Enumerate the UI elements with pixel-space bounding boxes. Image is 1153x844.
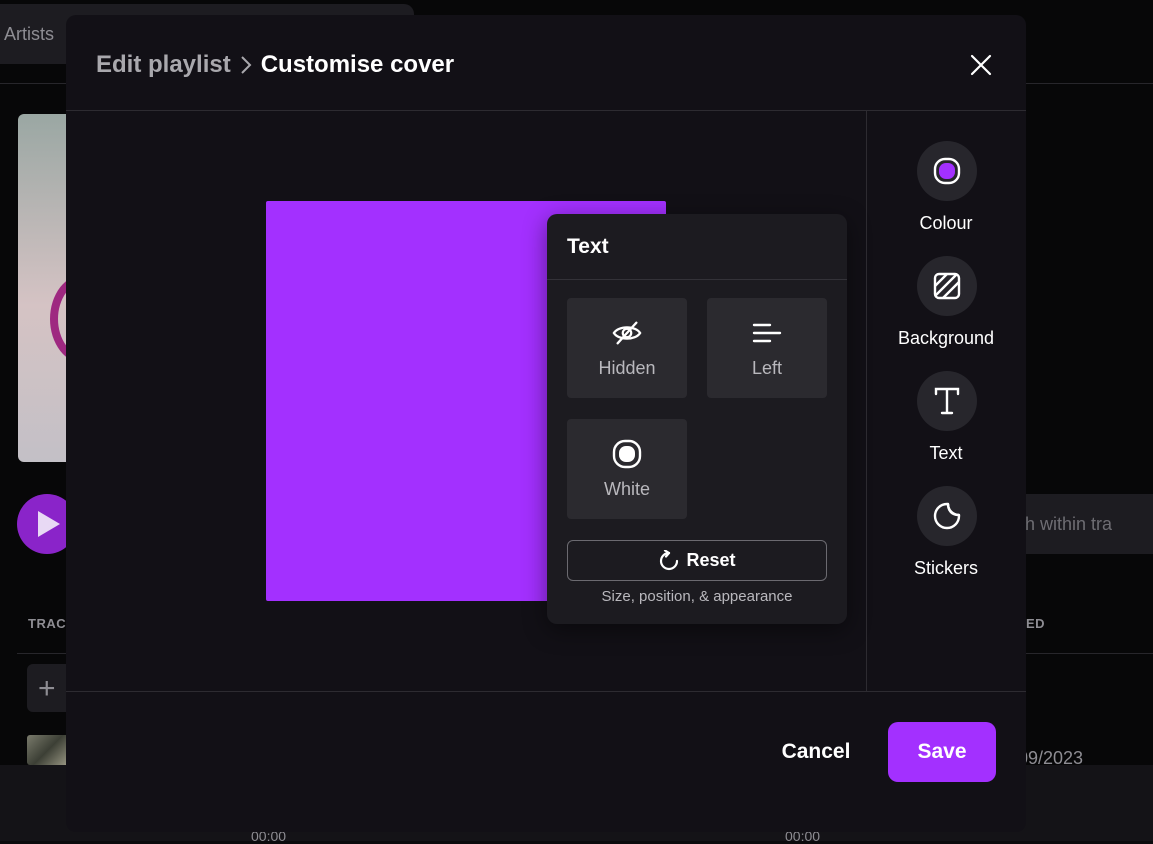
text-colour-white-option[interactable]: White [567,419,687,519]
page-title: Customise cover [261,51,454,79]
tool-label: Colour [866,213,1026,234]
option-label: Left [707,358,827,379]
background-track-thumbnail [27,735,69,765]
tool-label: Text [866,443,1026,464]
save-button[interactable]: Save [888,722,996,782]
play-icon [38,511,60,537]
text-visibility-hidden-option[interactable]: Hidden [567,298,687,398]
chevron-right-icon [239,55,253,75]
dialog-header: Edit playlist Customise cover [66,15,1026,111]
cancel-button[interactable]: Cancel [766,727,866,777]
breadcrumb: Edit playlist Customise cover [96,51,454,79]
reset-hint: Size, position, & appearance [547,588,847,605]
reset-button[interactable]: Reset [567,540,827,581]
text-options-panel: Text Hidden Left [547,214,847,624]
tool-text[interactable]: Text [866,371,1026,471]
close-button[interactable] [968,52,994,78]
text-icon [917,371,977,431]
white-circle-icon [612,439,642,469]
option-label: Hidden [567,358,687,379]
align-left-icon [752,318,782,348]
plus-icon: + [38,672,56,706]
reset-icon [658,550,680,572]
tool-background[interactable]: Background [866,256,1026,356]
panel-title: Text [567,235,609,259]
option-label: White [567,479,687,500]
colour-swatch-icon [917,141,977,201]
tool-label: Stickers [866,558,1026,579]
background-pattern-icon [917,256,977,316]
background-column-added: ED [1026,616,1045,631]
sticker-icon [917,486,977,546]
background-column-track: TRAC [28,616,66,631]
close-icon [968,52,994,78]
tool-stickers[interactable]: Stickers [866,486,1026,586]
background-tab-artists: Artists [4,24,54,45]
tool-colour[interactable]: Colour [866,141,1026,241]
text-alignment-left-option[interactable]: Left [707,298,827,398]
breadcrumb-edit-playlist[interactable]: Edit playlist [96,51,231,79]
eye-off-icon [612,318,642,348]
tool-label: Background [866,328,1026,349]
panel-divider [547,279,847,280]
dialog-body: Text Hidden Left [66,111,1026,692]
reset-label: Reset [686,550,735,571]
customise-cover-dialog: Edit playlist Customise cover Text [66,15,1026,832]
